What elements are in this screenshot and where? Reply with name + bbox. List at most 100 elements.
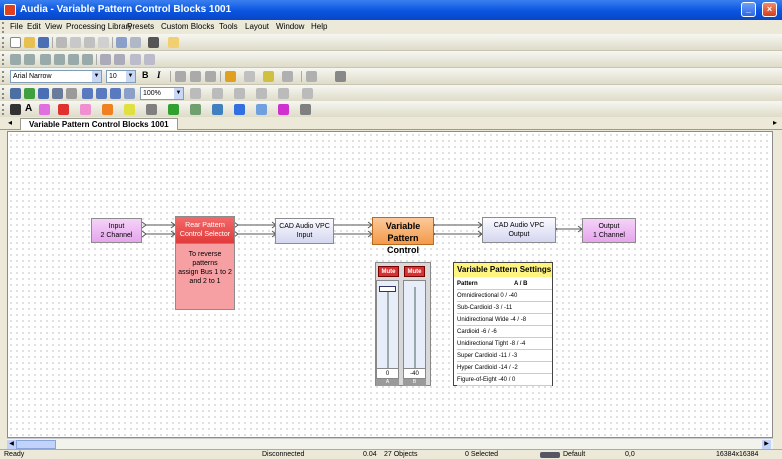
copy-icon[interactable] [70,37,81,48]
menu-layout[interactable]: Layout [245,22,269,31]
compile-icon[interactable] [24,88,35,99]
distribute-icon[interactable] [190,88,201,99]
align-text-center-icon[interactable] [190,71,201,82]
new-icon[interactable] [10,37,21,48]
menu-file[interactable]: File [10,22,23,31]
tab-scroll-left-icon[interactable]: ◂ [8,118,12,127]
align-text-left-icon[interactable] [175,71,186,82]
ungroup-icon[interactable] [144,54,155,65]
input-block[interactable]: Input 2 Channel [91,218,142,243]
bold-button[interactable]: B [142,70,149,80]
cad-input-block[interactable]: CAD Audio VPC Input [275,218,334,244]
scroll-right-icon[interactable]: ▶ [762,440,771,449]
menu-help[interactable]: Help [311,22,327,31]
shadow-icon[interactable] [335,71,346,82]
print-icon[interactable] [148,37,159,48]
block-olive-icon[interactable] [190,104,201,115]
rear-pattern-selector-block[interactable]: Rear Pattern Control Selector [175,216,235,244]
block-purple-icon[interactable] [278,104,289,115]
scroll-thumb[interactable] [16,440,56,449]
toolbar-grip[interactable] [2,54,5,65]
block-pink-icon[interactable] [39,104,50,115]
align-top-icon[interactable] [10,54,21,65]
resize-icon[interactable] [212,88,223,99]
text-color-icon[interactable] [244,71,255,82]
close-button[interactable]: × [762,2,777,17]
layer-icon[interactable] [302,88,313,99]
italic-button[interactable]: I [157,70,161,80]
minimize-button[interactable]: _ [741,2,756,17]
block-orange-icon[interactable] [102,104,113,115]
tab-scroll-right-icon[interactable]: ▸ [773,118,777,127]
app-icon[interactable] [4,4,16,16]
menu-custom-blocks[interactable]: Custom Blocks [161,22,214,31]
block-gray-icon[interactable] [146,104,157,115]
line-weight-icon[interactable] [306,71,317,82]
menu-grip[interactable] [2,22,5,33]
block-green-icon[interactable] [168,104,179,115]
properties-icon[interactable] [10,88,21,99]
delete-icon[interactable] [98,37,109,48]
undo-icon[interactable] [116,37,127,48]
help-icon[interactable] [168,37,179,48]
block-yellow-icon[interactable] [124,104,135,115]
menu-view[interactable]: View [45,22,62,31]
menu-presets[interactable]: Presets [127,22,154,31]
grid-icon[interactable] [52,88,63,99]
snap-icon[interactable] [66,88,77,99]
redo-icon[interactable] [130,37,141,48]
fader-a-knob[interactable] [379,286,396,292]
line-color-icon[interactable] [263,71,274,82]
space-horizontal-icon[interactable] [100,54,111,65]
align-right-icon[interactable] [82,54,93,65]
variable-pattern-control-block[interactable]: Variable Pattern Control [372,217,434,255]
zoom-out-icon[interactable] [110,88,121,99]
tab-variable-pattern-control[interactable]: Variable Pattern Control Blocks 1001 [20,118,178,130]
menu-window[interactable]: Window [276,22,304,31]
save-icon[interactable] [38,37,49,48]
align-center-icon[interactable] [68,54,79,65]
align-middle-icon[interactable] [24,54,35,65]
table-icon[interactable] [234,88,245,99]
connect-icon[interactable] [38,88,49,99]
horizontal-scrollbar[interactable]: ◀ ▶ [7,438,773,449]
cross-icon[interactable] [256,88,267,99]
align-text-right-icon[interactable] [205,71,216,82]
fill-color-icon[interactable] [225,71,236,82]
output-block[interactable]: Output 1 Channel [582,218,636,243]
fader-a-value[interactable]: 0 [376,368,399,379]
toolbar-grip[interactable] [2,104,5,115]
fader-b-value[interactable]: -40 [403,368,426,379]
align-bottom-icon[interactable] [40,54,51,65]
mute-button-b[interactable]: Mute [404,266,425,277]
menu-tools[interactable]: Tools [219,22,238,31]
scroll-left-icon[interactable]: ◀ [7,440,16,449]
pointer-icon[interactable] [10,104,21,115]
menu-edit[interactable]: Edit [27,22,41,31]
open-icon[interactable] [24,37,35,48]
block-blue-icon[interactable] [212,104,223,115]
block-red-icon[interactable] [58,104,69,115]
toolbar-grip[interactable] [2,71,5,82]
toolbar-grip[interactable] [2,88,5,99]
pan-icon[interactable] [82,88,93,99]
menu-processing-library[interactable]: Processing Library [66,22,132,31]
toolbar-grip[interactable] [2,37,5,48]
line-style-icon[interactable] [282,71,293,82]
text-tool-icon[interactable]: A [25,103,32,114]
zoom-in-icon[interactable] [96,88,107,99]
mute-button-a[interactable]: Mute [378,266,399,277]
paste-icon[interactable] [84,37,95,48]
group-icon[interactable] [130,54,141,65]
layout-icon[interactable] [278,88,289,99]
junction-icon[interactable] [300,104,311,115]
font-size-select[interactable]: 10 ▼ [106,70,136,83]
block-magenta-icon[interactable] [80,104,91,115]
space-vertical-icon[interactable] [114,54,125,65]
align-left-icon[interactable] [54,54,65,65]
block-sky-icon[interactable] [256,104,267,115]
cut-icon[interactable] [56,37,67,48]
zoom-select[interactable]: 100% ▼ [140,87,184,100]
zoom-fit-icon[interactable] [124,88,135,99]
cad-output-block[interactable]: CAD Audio VPC Output [482,217,556,243]
